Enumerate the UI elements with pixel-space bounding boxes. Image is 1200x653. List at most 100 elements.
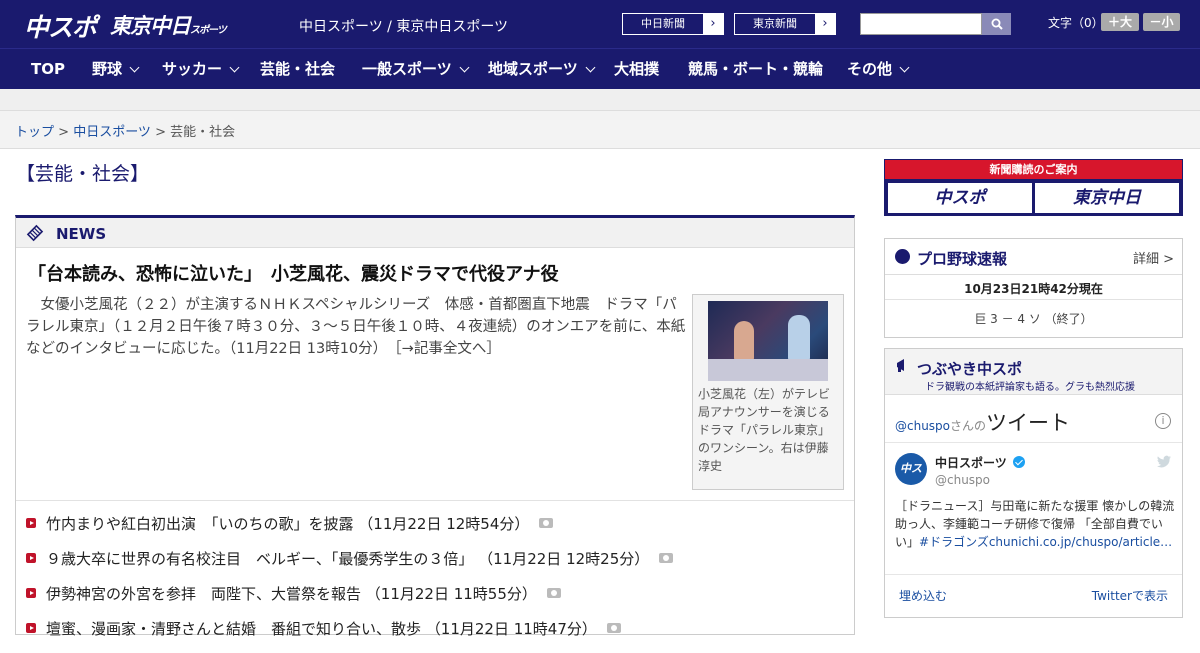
camera-icon (659, 553, 674, 563)
tweets-handle[interactable]: @chuspo (895, 419, 950, 433)
twitter-subtitle: ドラ観戦の本紙評論家も語る。グラも熱烈応援 (925, 382, 1135, 393)
tokyo-shimbun-button[interactable]: 東京新聞 › (734, 13, 836, 35)
article-photo[interactable] (708, 301, 828, 381)
bullet-icon (26, 518, 36, 528)
breadcrumb-sep: > (150, 125, 171, 140)
megaphone-icon (897, 359, 904, 372)
divider (885, 299, 1182, 300)
nav-item-racing[interactable]: 競馬・ボート・競輪 (688, 49, 823, 90)
nav-label: 競馬・ボート・競輪 (688, 60, 824, 78)
news-header: NEWS (16, 218, 854, 248)
font-size-label: 文字（0） (1048, 16, 1104, 30)
baseball-icon (895, 249, 910, 264)
chevron-down-icon (585, 62, 596, 73)
news-item-text: 伊勢神宮の外宮を参拝 両陛下、大嘗祭を報告 （11月22日 11時55分） (46, 583, 561, 604)
search-button[interactable] (982, 13, 1011, 35)
twitter-bird-icon[interactable] (1156, 455, 1172, 469)
nav-item-soccer[interactable]: サッカー (162, 49, 240, 90)
tokyo-shimbun-label: 東京新聞 (753, 17, 797, 30)
nav-item-regional-sports[interactable]: 地域スポーツ (488, 49, 596, 90)
avatar[interactable]: 中スポ (895, 453, 927, 507)
search-icon (991, 18, 1003, 30)
nav-item-baseball[interactable]: 野球 (92, 49, 140, 90)
chevron-right-icon: › (703, 14, 723, 34)
embed-link[interactable]: 埋め込む (899, 587, 947, 604)
baseball-score[interactable]: 巨 3 － 4 ソ （終了） (885, 310, 1182, 327)
subscription-title: 新聞購読のご案内 (885, 160, 1182, 179)
breadcrumb-home[interactable]: トップ (15, 125, 54, 140)
nav-item-general-sports[interactable]: 一般スポーツ (362, 49, 470, 90)
nav-label: 野球 (92, 60, 123, 78)
tweets-handle-suffix: さんの (950, 419, 987, 433)
font-smaller-button[interactable]: －小 (1143, 13, 1180, 31)
info-icon[interactable]: i (1155, 413, 1171, 429)
news-item-title: 伊勢神宮の外宮を参拝 両陛下、大嘗祭を報告 （11月22日 11時55分） (46, 585, 537, 603)
chunichi-shimbun-button[interactable]: 中日新聞 › (622, 13, 724, 35)
chuspo-subscribe-button[interactable]: 中スポ (888, 183, 1032, 213)
camera-icon (546, 588, 561, 598)
tokyo-logo-text: 東京中日 (110, 14, 191, 38)
nav-item-other[interactable]: その他 (847, 49, 910, 90)
divider (16, 500, 854, 501)
account-handle[interactable]: @chuspo (935, 473, 990, 487)
view-on-twitter-link[interactable]: Twitterで表示 (1092, 587, 1168, 604)
chuspo-logo[interactable]: 中スポ (24, 8, 97, 44)
photo-box: 小芝風花（左）がテレビ局アナウンサーを演じるドラマ「パラレル東京」のワンシーン。… (692, 294, 844, 490)
chevron-down-icon (229, 62, 240, 73)
tokyo-subscribe-button[interactable]: 東京中日 (1035, 183, 1179, 213)
news-list-item[interactable]: ９歳大卒に世界の有名校注目 ベルギー、「最優秀学生の３倍」 （11月22日 12… (26, 548, 846, 583)
font-larger-button[interactable]: ＋大 (1101, 13, 1139, 31)
news-label: NEWS (56, 225, 107, 243)
nav-item-entertainment[interactable]: 芸能・社会 (260, 49, 335, 90)
baseball-details-link[interactable]: 詳細 > (1133, 248, 1174, 267)
nav-item-top[interactable]: TOP (31, 49, 65, 90)
bullet-icon (26, 588, 36, 598)
divider (885, 442, 1182, 443)
bullet-icon (26, 623, 36, 633)
site-header: 中スポ 東京中日スポーツ 中日スポーツ / 東京中日スポーツ 中日新聞 › 東京… (0, 0, 1200, 48)
baseball-timestamp: 10月23日21時42分現在 (964, 282, 1103, 296)
camera-icon (539, 518, 554, 528)
chevron-down-icon (129, 62, 140, 73)
tweets-heading: @chuspoさんのツイート (895, 407, 1070, 437)
news-list-item[interactable]: 壇蜜、漫画家・清野さんと結婚 番組で知り合い、散歩 （11月22日 11時47分… (26, 618, 846, 653)
news-item-text: 壇蜜、漫画家・清野さんと結婚 番組で知り合い、散歩 （11月22日 11時47分… (46, 618, 621, 639)
subscription-banner[interactable]: 新聞購読のご案内 中スポ 東京中日 (884, 159, 1183, 216)
search-input[interactable] (860, 13, 982, 35)
baseball-header: プロ野球速報 詳細 > (885, 239, 1182, 275)
breadcrumb: トップ > 中日スポーツ > 芸能・社会 (15, 121, 235, 140)
photo-person-left (734, 321, 754, 361)
nav-label: 芸能・社会 (260, 60, 336, 78)
bullet-icon (26, 553, 36, 563)
news-list: 竹内まりや紅白初出演 「いのちの歌」を披露 （11月22日 12時54分） ９歳… (26, 513, 846, 653)
tokyo-logo-small: スポーツ (190, 25, 227, 36)
photo-caption: 小芝風花（左）がテレビ局アナウンサーを演じるドラマ「パラレル東京」のワンシーン。… (698, 387, 831, 473)
tweet-text: ［ドラニュース］与田竜に新たな援軍 懐かしの韓流助っ人、李鍾範コーチ研修で復帰 … (895, 497, 1175, 551)
top-headline[interactable]: 「台本読み、恐怖に泣いた」 小芝風花、震災ドラマで代役アナ役 (28, 260, 559, 286)
breadcrumb-bar: トップ > 中日スポーツ > 芸能・社会 (0, 111, 1200, 149)
news-item-title: ９歳大卒に世界の有名校注目 ベルギー、「最優秀学生の３倍」 （11月22日 12… (46, 550, 650, 568)
breadcrumb-section[interactable]: 中日スポーツ (73, 125, 151, 140)
chevron-down-icon (899, 62, 910, 73)
tweet-link[interactable]: #ドラゴンズchunichi.co.jp/chuspo/article… (919, 535, 1172, 549)
spacer-strip (0, 89, 1200, 111)
camera-icon (606, 623, 621, 633)
tokyo-chunichi-logo[interactable]: 東京中日スポーツ (110, 10, 227, 40)
nav-label: 一般スポーツ (362, 60, 452, 78)
read-more-link[interactable]: ［→記事全文へ］ (394, 341, 500, 357)
nav-item-sumo[interactable]: 大相撲 (614, 49, 659, 90)
news-list-item[interactable]: 伊勢神宮の外宮を参拝 両陛下、大嘗祭を報告 （11月22日 11時55分） (26, 583, 846, 618)
account-name[interactable]: 中日スポーツ (935, 454, 1025, 471)
news-item-text: 竹内まりや紅白初出演 「いのちの歌」を披露 （11月22日 12時54分） (46, 513, 554, 534)
news-list-item[interactable]: 竹内まりや紅白初出演 「いのちの歌」を披露 （11月22日 12時54分） (26, 513, 846, 548)
nav-label: サッカー (162, 60, 223, 78)
nav-label: 大相撲 (614, 60, 660, 78)
baseball-scores-widget: プロ野球速報 詳細 > 10月23日21時42分現在 巨 3 － 4 ソ （終了… (884, 238, 1183, 338)
lead-paragraph: 女優小芝風花（２２）が主演するＮＨＫスペシャルシリーズ 体感・首都圏直下地震 ド… (26, 294, 686, 360)
divider (885, 574, 1182, 575)
photo-person-right (788, 315, 810, 361)
tweets-heading-text: ツイート (986, 411, 1071, 435)
baseball-title: プロ野球速報 (917, 250, 1008, 268)
tag-icon (26, 224, 44, 242)
twitter-title: つぶやき中スポ (917, 360, 1023, 378)
